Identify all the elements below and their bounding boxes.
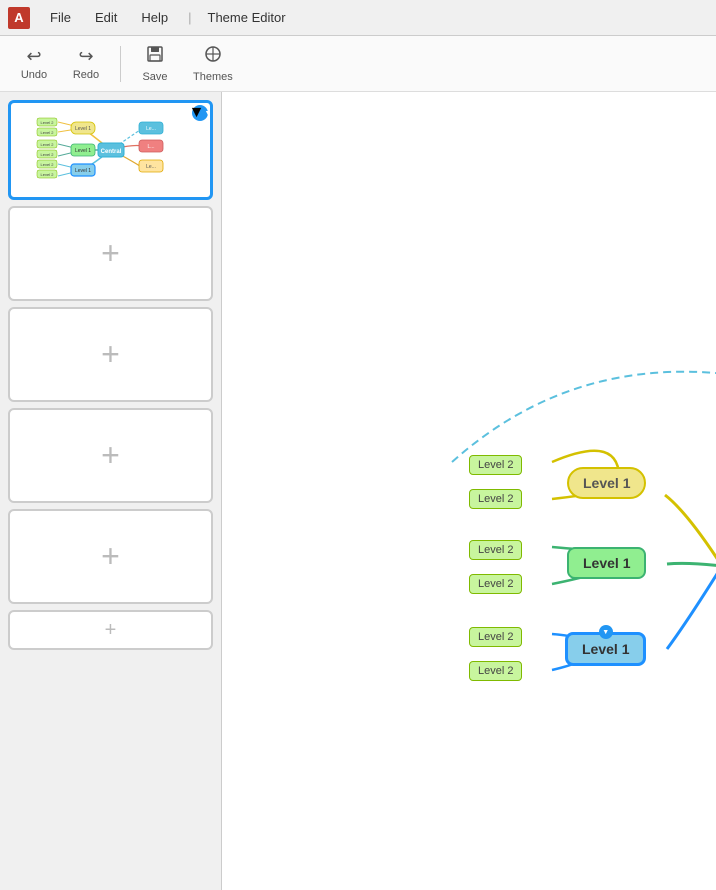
add-theme-icon-3: + [101,336,120,373]
theme-add-5[interactable]: + [8,509,213,604]
svg-text:Le...: Le... [146,126,156,132]
node-level2-3-label: Level 2 [478,544,513,556]
node-level2-6-label: Level 2 [478,665,513,677]
svg-text:Central: Central [101,149,122,155]
svg-text:Le...: Le... [146,164,156,170]
node-drop-indicator: ▼ [599,625,613,639]
svg-text:Level 1: Level 1 [75,148,91,154]
menubar: A File Edit Help | Theme Editor [0,0,716,36]
redo-icon: ↪ [78,46,93,67]
toolbar: ↩ Undo ↪ Redo Save Themes [0,36,716,92]
node-level1-bot-label: Level 1 [582,641,629,657]
main-layout: ▼ Central [0,92,716,890]
node-level2-2[interactable]: Level 2 [469,489,522,509]
theme-thumb-1[interactable]: ▼ Central [8,100,213,200]
redo-button[interactable]: ↪ Redo [64,42,108,85]
undo-button[interactable]: ↩ Undo [12,42,56,85]
svg-text:Level 2: Level 2 [41,142,55,147]
redo-label: Redo [73,69,99,81]
save-label: Save [142,71,167,83]
node-level2-6[interactable]: Level 2 [469,661,522,681]
node-level2-2-label: Level 2 [478,493,513,505]
node-level1-top[interactable]: Level 1 [567,467,646,499]
svg-text:Level 1: Level 1 [75,168,91,174]
theme-add-6[interactable]: + [8,610,213,650]
add-theme-icon-5: + [101,538,120,575]
mini-mindmap: Central Level 1 Level 1 Level 1 Le... L.… [23,106,198,194]
add-theme-icon-2: + [101,235,120,272]
svg-text:L...: L... [148,144,155,150]
themes-icon [203,44,223,69]
save-button[interactable]: Save [133,40,177,87]
themes-button[interactable]: Themes [185,40,241,87]
themes-label: Themes [193,71,233,83]
add-theme-icon-6: + [105,619,117,642]
node-level1-mid[interactable]: Level 1 [567,547,646,579]
node-level2-5[interactable]: Level 2 [469,627,522,647]
node-level2-1-label: Level 2 [478,459,513,471]
theme-add-4[interactable]: + [8,408,213,503]
svg-text:Level 1: Level 1 [75,126,91,132]
theme-add-3[interactable]: + [8,307,213,402]
undo-label: Undo [21,69,47,81]
node-level2-4[interactable]: Level 2 [469,574,522,594]
window-title: Theme Editor [208,10,286,25]
node-level1-bot[interactable]: ▼ Level 1 [565,632,646,666]
theme-add-2[interactable]: + [8,206,213,301]
app-logo: A [8,7,30,29]
toolbar-divider [120,46,121,82]
logo-text: A [14,10,23,25]
canvas-area[interactable]: Level 2 Level 2 Level 1 Level 2 Level 2 … [222,92,716,890]
svg-text:Level 2: Level 2 [41,120,55,125]
node-level2-1[interactable]: Level 2 [469,455,522,475]
svg-text:Level 2: Level 2 [41,130,55,135]
save-icon [145,44,165,69]
svg-text:Level 2: Level 2 [41,172,55,177]
menu-help[interactable]: Help [137,8,172,27]
add-theme-icon-4: + [101,437,120,474]
node-level1-top-label: Level 1 [583,475,630,491]
node-level1-mid-label: Level 1 [583,555,630,571]
svg-text:Level 2: Level 2 [41,162,55,167]
node-level2-3[interactable]: Level 2 [469,540,522,560]
undo-icon: ↩ [26,46,41,67]
node-level2-4-label: Level 2 [478,578,513,590]
menu-file[interactable]: File [46,8,75,27]
svg-text:Level 2: Level 2 [41,152,55,157]
selected-indicator: ▼ [192,105,208,121]
menu-edit[interactable]: Edit [91,8,121,27]
node-level2-5-label: Level 2 [478,631,513,643]
menu-separator: | [188,10,191,25]
sidebar: ▼ Central [0,92,222,890]
